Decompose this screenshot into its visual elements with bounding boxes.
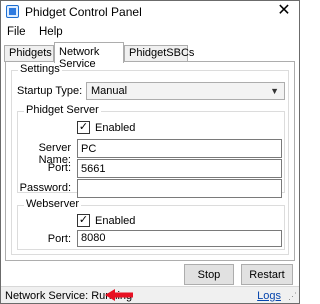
menu-file[interactable]: File [7,26,26,38]
phidget-server-group-title: Phidget Server [24,104,101,116]
phidget-server-port-label: Port: [47,162,71,174]
menu-bar: File Help [1,23,299,42]
tab-phidgets[interactable]: Phidgets [4,45,54,62]
resize-grip-icon[interactable]: ⋰ [288,291,297,302]
startup-type-label: Startup Type: [17,85,83,97]
password-input[interactable] [77,179,282,198]
phidget-server-group: Phidget Server ✓ Enabled Server Name: Po… [17,104,285,198]
webserver-enabled-label: Enabled [95,215,136,227]
tab-network-service[interactable]: Network Service [54,42,124,70]
status-bar: Network Service: Running Logs ⋰ [1,286,299,303]
webserver-group-title: Webserver [24,198,81,210]
webserver-port-label: Port: [47,233,71,245]
webserver-enabled-checkbox[interactable]: ✓ [77,214,90,227]
arrow-left-icon [105,289,133,301]
phidget-server-port-input[interactable] [77,159,282,178]
title-bar[interactable]: Phidget Control Panel ✕ [1,1,299,23]
settings-group: Settings Startup Type: Manual ▼ Phidget … [11,63,289,255]
phidget-server-enabled-checkbox[interactable]: ✓ [77,121,90,134]
logs-link[interactable]: Logs [257,290,281,302]
startup-type-select[interactable]: Manual ▼ [86,82,285,100]
webserver-port-input[interactable] [77,230,282,247]
app-window: Phidget Control Panel ✕ File Help Phidge… [0,0,300,304]
network-service-panel: Settings Startup Type: Manual ▼ Phidget … [5,61,295,261]
phidget-server-enabled-label: Enabled [95,122,136,134]
startup-type-value: Manual [91,85,128,97]
restart-button[interactable]: Restart [241,264,293,285]
webserver-group: Webserver ✓ Enabled Port: [17,198,285,250]
chevron-down-icon: ▼ [270,86,279,96]
tab-phidget-sbcs[interactable]: PhidgetSBCs [124,45,194,62]
menu-help[interactable]: Help [39,26,63,38]
tab-strip: Phidgets Network Service PhidgetSBCs [1,42,299,70]
phidget-app-icon [6,5,19,18]
password-label: Password: [19,182,71,194]
stop-button[interactable]: Stop [184,264,234,285]
close-button[interactable]: ✕ [273,2,295,22]
settings-group-title: Settings [18,63,62,75]
window-title: Phidget Control Panel [25,5,142,19]
server-name-input[interactable] [77,139,282,158]
